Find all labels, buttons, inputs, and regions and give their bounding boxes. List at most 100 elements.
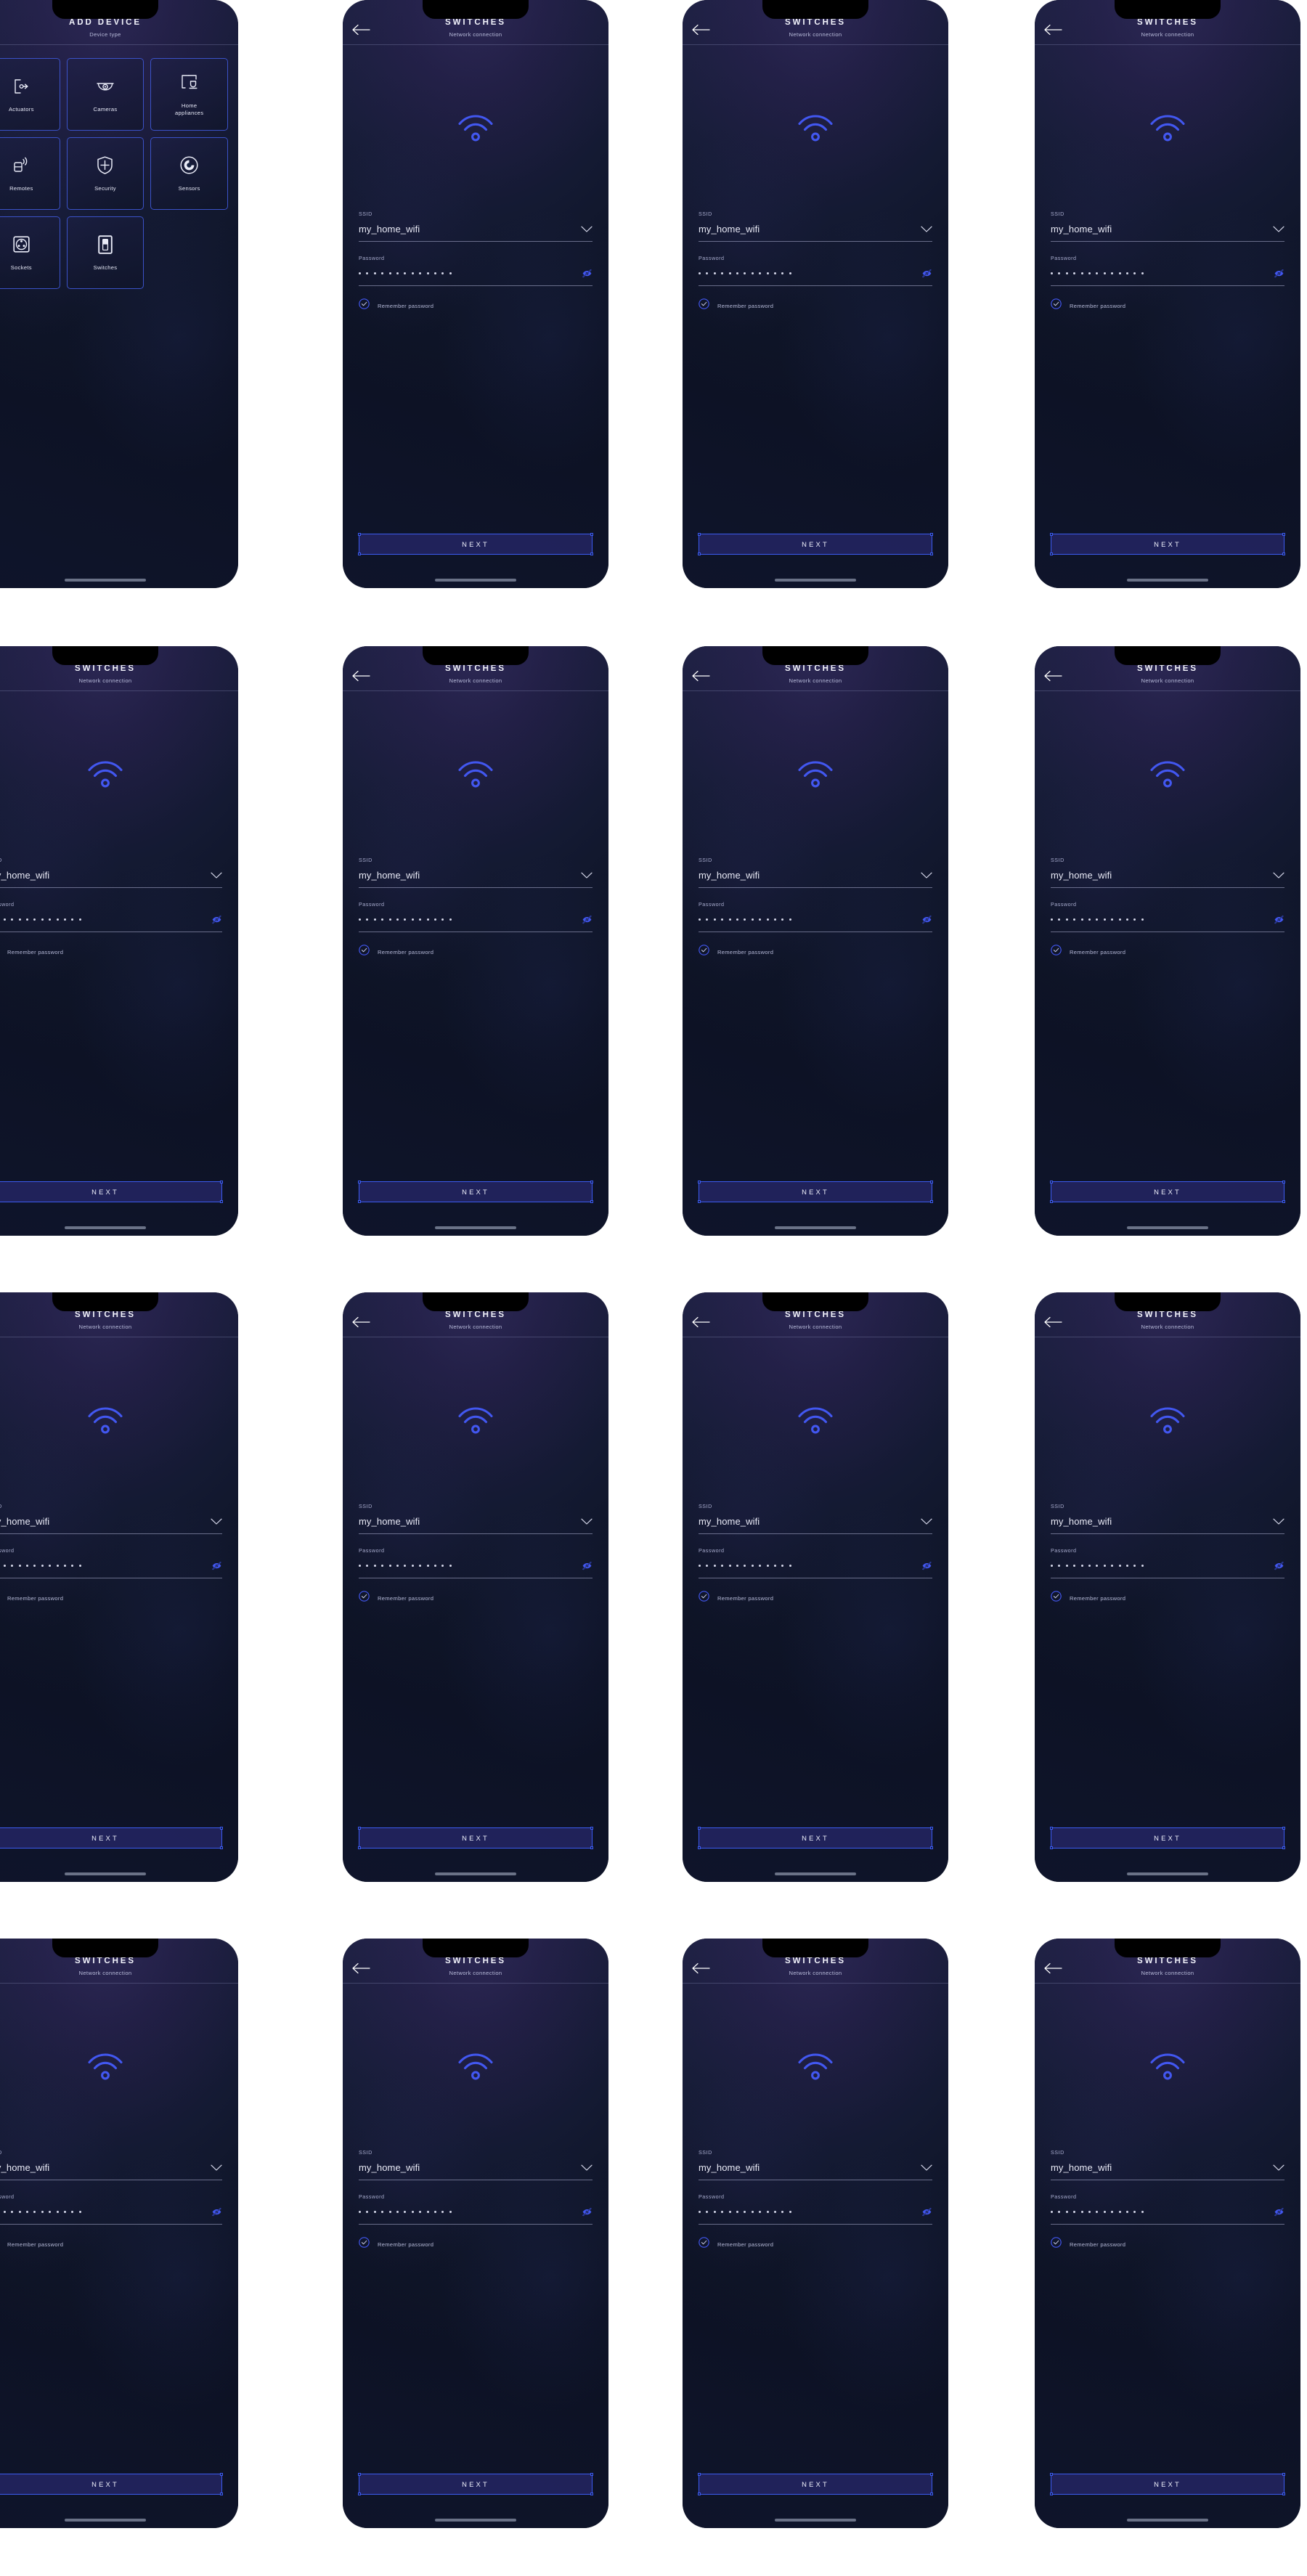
- next-button[interactable]: NEXT: [698, 533, 933, 555]
- chevron-down-icon[interactable]: [581, 1518, 593, 1525]
- selection-handle-top-right[interactable]: [220, 1827, 223, 1830]
- selection-handle-bottom-left[interactable]: [698, 553, 701, 555]
- selection-handle-top-right[interactable]: [930, 533, 933, 536]
- eye-off-icon[interactable]: [921, 915, 932, 924]
- selection-handle-bottom-right[interactable]: [220, 1200, 223, 1203]
- remember-password-checkbox[interactable]: Remember password: [359, 945, 593, 959]
- selection-handle-bottom-left[interactable]: [698, 1846, 701, 1849]
- next-button[interactable]: NEXT: [358, 1181, 593, 1203]
- ssid-select[interactable]: my_home_wifi: [359, 870, 593, 888]
- selection-handle-bottom-right[interactable]: [1282, 2493, 1285, 2495]
- password-input-row[interactable]: [359, 1560, 593, 1578]
- ssid-select[interactable]: my_home_wifi: [699, 224, 932, 242]
- eye-off-icon[interactable]: [582, 2207, 593, 2217]
- password-input-row[interactable]: [699, 1560, 932, 1578]
- selection-handle-bottom-left[interactable]: [698, 2493, 701, 2495]
- selection-handle-top-right[interactable]: [930, 1827, 933, 1830]
- ssid-select[interactable]: my_home_wifi: [1051, 1516, 1284, 1534]
- eye-off-icon[interactable]: [921, 2207, 932, 2217]
- selection-handle-bottom-left[interactable]: [698, 1200, 701, 1203]
- eye-off-icon[interactable]: [921, 269, 932, 278]
- selection-handle-bottom-right[interactable]: [1282, 553, 1285, 555]
- ssid-select[interactable]: my_home_wifi: [359, 224, 593, 242]
- selection-handle-bottom-right[interactable]: [1282, 1846, 1285, 1849]
- chevron-down-icon[interactable]: [921, 872, 932, 879]
- next-button[interactable]: NEXT: [358, 2473, 593, 2495]
- selection-handle-bottom-right[interactable]: [590, 1846, 593, 1849]
- selection-handle-top-left[interactable]: [1050, 533, 1053, 536]
- password-input-row[interactable]: [1051, 2206, 1284, 2225]
- password-input-row[interactable]: [699, 2206, 932, 2225]
- eye-off-icon[interactable]: [1274, 915, 1284, 924]
- eye-off-icon[interactable]: [211, 1561, 222, 1570]
- selection-handle-top-right[interactable]: [930, 1181, 933, 1183]
- chevron-down-icon[interactable]: [1273, 2164, 1284, 2172]
- remember-password-checkbox[interactable]: Remember password: [0, 945, 222, 959]
- chevron-down-icon[interactable]: [211, 872, 222, 879]
- selection-handle-bottom-right[interactable]: [590, 553, 593, 555]
- eye-off-icon[interactable]: [921, 1561, 932, 1570]
- password-input-row[interactable]: [1051, 1560, 1284, 1578]
- chevron-down-icon[interactable]: [211, 2164, 222, 2172]
- password-input-row[interactable]: [359, 914, 593, 932]
- selection-handle-top-left[interactable]: [1050, 2473, 1053, 2476]
- selection-handle-top-right[interactable]: [930, 2473, 933, 2476]
- ssid-select[interactable]: my_home_wifi: [699, 870, 932, 888]
- selection-handle-top-left[interactable]: [698, 1827, 701, 1830]
- ssid-select[interactable]: my_home_wifi: [359, 2162, 593, 2180]
- selection-handle-top-left[interactable]: [358, 1181, 361, 1183]
- next-button[interactable]: NEXT: [698, 2473, 933, 2495]
- remember-password-checkbox[interactable]: Remember password: [359, 2237, 593, 2251]
- next-button[interactable]: NEXT: [1050, 2473, 1285, 2495]
- selection-handle-bottom-right[interactable]: [1282, 1200, 1285, 1203]
- selection-handle-top-left[interactable]: [698, 2473, 701, 2476]
- selection-handle-top-left[interactable]: [1050, 1827, 1053, 1830]
- ssid-select[interactable]: my_home_wifi: [359, 1516, 593, 1534]
- next-button[interactable]: NEXT: [1050, 533, 1285, 555]
- selection-handle-top-right[interactable]: [1282, 2473, 1285, 2476]
- password-input-row[interactable]: [359, 2206, 593, 2225]
- selection-handle-top-right[interactable]: [590, 2473, 593, 2476]
- remember-password-checkbox[interactable]: Remember password: [1051, 945, 1284, 959]
- next-button[interactable]: NEXT: [698, 1181, 933, 1203]
- chevron-down-icon[interactable]: [921, 226, 932, 233]
- next-button[interactable]: NEXT: [1050, 1827, 1285, 1849]
- remember-password-checkbox[interactable]: Remember password: [1051, 298, 1284, 313]
- chevron-down-icon[interactable]: [211, 1518, 222, 1525]
- selection-handle-bottom-right[interactable]: [930, 2493, 933, 2495]
- ssid-select[interactable]: my_home_wifi: [0, 870, 222, 888]
- selection-handle-bottom-left[interactable]: [358, 1200, 361, 1203]
- selection-handle-top-right[interactable]: [590, 533, 593, 536]
- selection-handle-top-left[interactable]: [698, 533, 701, 536]
- selection-handle-top-right[interactable]: [220, 2473, 223, 2476]
- ssid-select[interactable]: my_home_wifi: [699, 1516, 932, 1534]
- chevron-down-icon[interactable]: [921, 2164, 932, 2172]
- selection-handle-top-left[interactable]: [358, 533, 361, 536]
- device-type-tile-sensors[interactable]: Sensors: [150, 137, 228, 210]
- ssid-select[interactable]: my_home_wifi: [0, 1516, 222, 1534]
- next-button[interactable]: NEXT: [0, 2473, 223, 2495]
- next-button[interactable]: NEXT: [0, 1181, 223, 1203]
- device-type-tile-switches[interactable]: Switches: [66, 216, 144, 289]
- password-input-row[interactable]: [699, 914, 932, 932]
- next-button[interactable]: NEXT: [358, 1827, 593, 1849]
- password-input-row[interactable]: [0, 1560, 222, 1578]
- password-input-row[interactable]: [0, 2206, 222, 2225]
- selection-handle-top-left[interactable]: [698, 1181, 701, 1183]
- password-input-row[interactable]: [699, 268, 932, 286]
- remember-password-checkbox[interactable]: Remember password: [699, 2237, 932, 2251]
- eye-off-icon[interactable]: [1274, 269, 1284, 278]
- password-input-row[interactable]: [0, 914, 222, 932]
- selection-handle-top-right[interactable]: [1282, 533, 1285, 536]
- selection-handle-top-left[interactable]: [1050, 1181, 1053, 1183]
- selection-handle-top-right[interactable]: [1282, 1827, 1285, 1830]
- chevron-down-icon[interactable]: [1273, 1518, 1284, 1525]
- selection-handle-bottom-right[interactable]: [590, 1200, 593, 1203]
- selection-handle-bottom-left[interactable]: [358, 1846, 361, 1849]
- password-input-row[interactable]: [359, 268, 593, 286]
- ssid-select[interactable]: my_home_wifi: [0, 2162, 222, 2180]
- remember-password-checkbox[interactable]: Remember password: [0, 1591, 222, 1605]
- chevron-down-icon[interactable]: [1273, 226, 1284, 233]
- chevron-down-icon[interactable]: [1273, 872, 1284, 879]
- selection-handle-bottom-right[interactable]: [930, 553, 933, 555]
